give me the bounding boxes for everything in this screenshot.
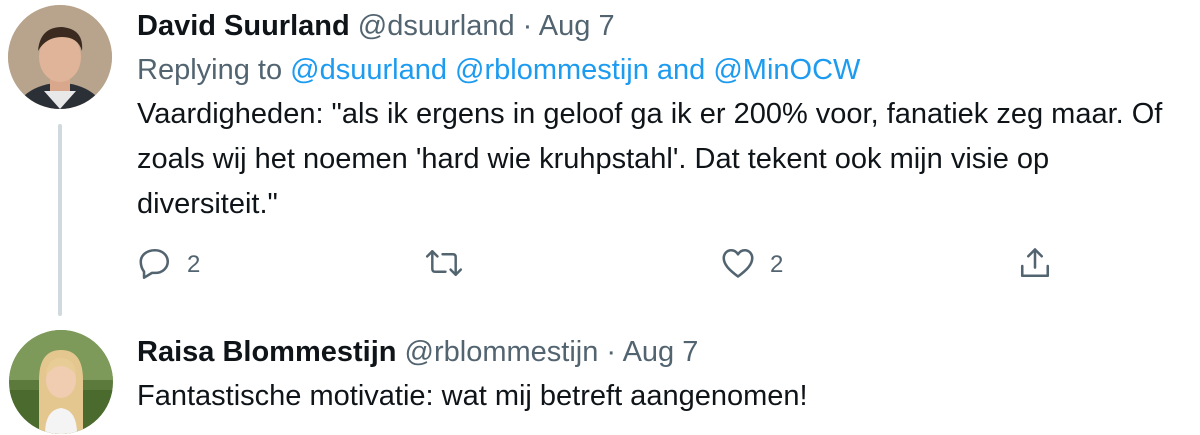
tweet-actions-bar: 2 2 <box>137 240 1057 290</box>
avatar-david-suurland[interactable] <box>8 5 112 109</box>
thread-connector-line <box>58 124 62 316</box>
tweet-header: Raisa Blommestijn @rblommestijn · Aug 7 <box>137 330 1180 374</box>
user-handle[interactable]: @rblommestijn <box>405 336 599 368</box>
tweet-header: David Suurland @dsuurland · Aug 7 <box>137 4 1180 48</box>
avatar-raisa-blommestijn[interactable] <box>9 330 113 434</box>
tweet-raisa-blommestijn[interactable]: Raisa Blommestijn @rblommestijn · Aug 7 … <box>137 330 1180 419</box>
tweet-text: Vaardigheden: "als ik ergens in geloof g… <box>137 98 1163 220</box>
reply-icon <box>137 245 173 286</box>
like-button[interactable]: 2 <box>720 240 783 290</box>
display-name[interactable]: David Suurland <box>137 10 350 42</box>
mention-and: and <box>656 54 706 86</box>
share-icon <box>1017 245 1053 286</box>
replying-to-label: Replying to <box>137 54 283 86</box>
like-count: 2 <box>770 251 784 278</box>
replying-to-line: Replying to @dsuurland @rblommestijn and… <box>137 48 1180 92</box>
reply-button[interactable]: 2 <box>137 240 200 290</box>
tweet-date[interactable]: Aug 7 <box>539 10 615 42</box>
separator-dot: · <box>606 336 617 368</box>
conversation-thread: David Suurland @dsuurland · Aug 7 Replyi… <box>0 0 1200 435</box>
retweet-button[interactable] <box>425 240 463 290</box>
tweet-date[interactable]: Aug 7 <box>623 336 699 368</box>
retweet-icon <box>425 245 463 286</box>
mention-link[interactable]: @dsuurland <box>290 54 447 86</box>
reply-count: 2 <box>187 251 201 278</box>
tweet-david-suurland[interactable]: David Suurland @dsuurland · Aug 7 Replyi… <box>137 4 1180 227</box>
tweet-text: Fantastische motivatie: wat mij betreft … <box>137 380 808 412</box>
mention-link[interactable]: @rblommestijn <box>455 54 649 86</box>
separator-dot: · <box>522 10 533 42</box>
display-name[interactable]: Raisa Blommestijn <box>137 336 396 368</box>
heart-icon <box>720 245 756 286</box>
user-handle[interactable]: @dsuurland <box>358 10 515 42</box>
share-button[interactable] <box>1017 240 1053 290</box>
mention-link[interactable]: @MinOCW <box>713 54 860 86</box>
